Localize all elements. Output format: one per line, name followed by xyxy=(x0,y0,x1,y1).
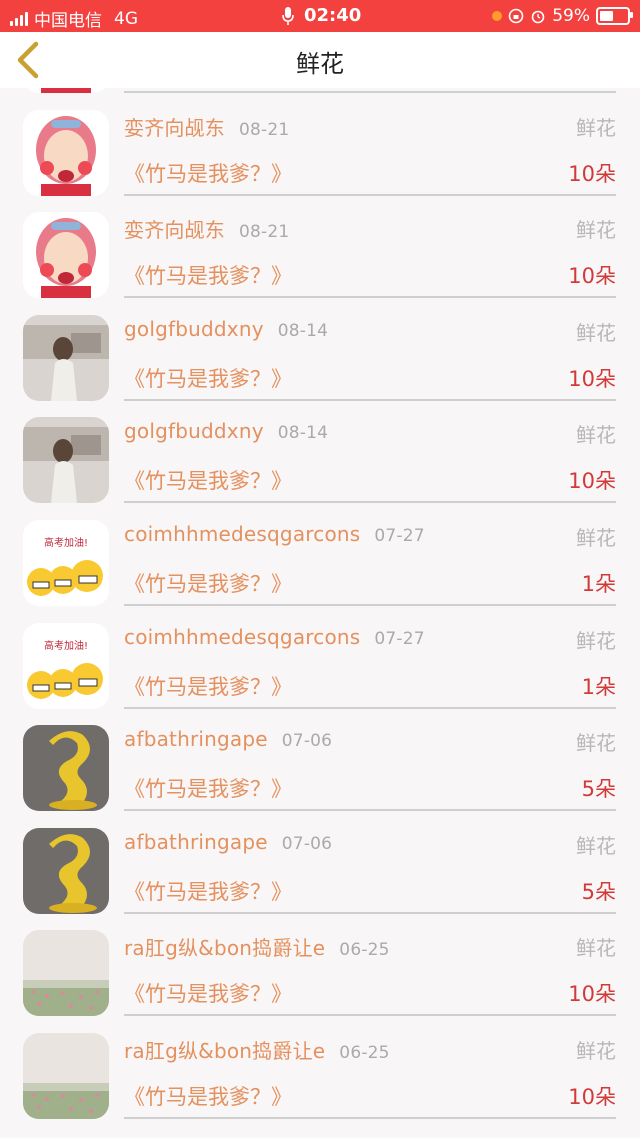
rotation-lock-icon xyxy=(508,8,524,24)
gift-type: 鲜花 xyxy=(576,423,616,448)
gift-amount: 10朵 xyxy=(568,469,616,494)
list-item[interactable]: afbathringape 07-06 鲜花《竹马是我爹？》 5朵 xyxy=(0,808,640,914)
avatar[interactable] xyxy=(23,212,109,299)
book-title[interactable]: 《竹马是我爹？》 xyxy=(124,1081,292,1111)
gift-amount: 10朵 xyxy=(568,264,616,289)
avatar[interactable] xyxy=(23,417,109,504)
date: 08-21 xyxy=(239,119,290,140)
list-item[interactable]: 高考加油! coimhhmedesqgarcons 07-27 鲜花《竹马是我爹？》 1… xyxy=(0,603,640,709)
username-text: golgfbuddxny xyxy=(124,316,264,341)
book-title[interactable]: 《竹马是我爹？》 xyxy=(124,363,292,393)
book-title[interactable]: 《竹马是我爹？》 xyxy=(124,568,292,598)
username-text: coimhhmedesqgarcons xyxy=(124,624,361,649)
navigation-bar: 鲜花 xyxy=(0,32,640,88)
avatar[interactable] xyxy=(23,314,109,401)
avatar[interactable]: 高考加油! xyxy=(23,519,109,606)
date: 07-27 xyxy=(374,628,425,649)
avatar[interactable] xyxy=(23,930,109,1017)
battery-percent: 59% xyxy=(552,6,590,26)
username: afbathringape 07-06 xyxy=(124,727,332,751)
username-text: golgfbuddxny xyxy=(124,419,264,444)
username: golgfbuddxny 08-14 xyxy=(124,317,328,341)
gift-type: 鲜花 xyxy=(576,833,616,858)
date: 08-14 xyxy=(277,320,329,341)
microphone-icon xyxy=(282,6,294,25)
carrier-label: 中国电信 xyxy=(34,11,102,31)
gift-type: 鲜花 xyxy=(576,320,616,345)
book-title[interactable]: 《竹马是我爹？》 xyxy=(124,465,292,495)
username: afbathringape 07-06 xyxy=(124,830,332,854)
username-text: coimhhmedesqgarcons xyxy=(124,521,361,546)
gift-amount: 10朵 xyxy=(568,982,616,1007)
gift-amount: 5朵 xyxy=(581,879,616,904)
gift-type: 鲜花 xyxy=(576,115,616,140)
avatar-caption: 高考加油! xyxy=(43,640,88,652)
date: 07-06 xyxy=(281,833,333,854)
username: coimhhmedesqgarcons 07-27 xyxy=(124,522,425,546)
username: golgfbuddxny 08-14 xyxy=(124,419,328,443)
book-title[interactable]: 《竹马是我爹？》 xyxy=(124,876,292,906)
date: 07-27 xyxy=(374,525,425,546)
gift-amount: 1朵 xyxy=(581,571,616,596)
avatar[interactable] xyxy=(23,1032,109,1119)
page-title: 鲜花 xyxy=(296,50,344,78)
gift-type: 鲜花 xyxy=(576,1038,616,1063)
username-text: ra肛g纵&bon捣爵让e xyxy=(124,1038,326,1063)
date: 08-14 xyxy=(277,423,329,444)
divider xyxy=(124,1116,616,1119)
signal-icon xyxy=(10,11,28,26)
date: 08-21 xyxy=(239,222,290,243)
username: 娈齐向觇东 08-21 xyxy=(124,112,289,141)
avatar[interactable] xyxy=(23,725,109,812)
list-item[interactable]: 娈齐向觇东 08-21 鲜花《竹马是我爹？》 10朵 xyxy=(0,192,640,299)
book-title[interactable]: 《竹马是我爹？》 xyxy=(124,158,292,188)
avatar[interactable]: 高考加油! xyxy=(23,622,109,709)
recording-dot-icon xyxy=(492,11,503,21)
gift-type: 鲜花 xyxy=(576,936,616,961)
gift-amount: 10朵 xyxy=(568,1084,616,1109)
clock: 02:40 xyxy=(304,5,362,26)
avatar-caption: 高考加油! xyxy=(43,537,88,549)
username-text: afbathringape xyxy=(124,727,268,752)
list-item[interactable]: 娈齐向觇东 08-21 鲜花《竹马是我爹？》 10朵 xyxy=(0,90,640,196)
alarm-icon xyxy=(531,10,545,24)
list-item[interactable]: ra肛g纵&bon捣爵让e 06-25 鲜花《竹马是我爹？》 10朵 xyxy=(0,1013,640,1119)
date: 06-25 xyxy=(339,940,390,961)
book-title[interactable]: 《竹马是我爹？》 xyxy=(124,671,292,701)
username-text: 娈齐向觇东 xyxy=(124,218,225,243)
status-bar: 中国电信 4G 02:40 59% xyxy=(0,0,640,32)
book-title[interactable]: 《竹马是我爹？》 xyxy=(124,260,292,290)
gift-amount: 5朵 xyxy=(581,777,616,802)
list-item[interactable]: golgfbuddxny 08-14 鲜花《竹马是我爹？》 10朵 xyxy=(0,397,640,504)
date: 07-06 xyxy=(281,731,333,752)
battery-icon xyxy=(596,7,633,25)
list-item[interactable]: ra肛g纵&bon捣爵让e 06-25 鲜花《竹马是我爹？》 10朵 xyxy=(0,910,640,1017)
gift-amount: 1朵 xyxy=(581,674,616,699)
gift-type: 鲜花 xyxy=(576,731,616,756)
username: ra肛g纵&bon捣爵让e 06-25 xyxy=(124,1035,390,1064)
username: coimhhmedesqgarcons 07-27 xyxy=(124,625,425,649)
gift-record-list: 《竹马是我爹？》1朵娈齐向觇东08-21鲜花《竹马是我爹？》10朵娈齐向觇东08… xyxy=(0,0,640,1119)
avatar[interactable] xyxy=(23,827,109,914)
username-text: 娈齐向觇东 xyxy=(124,115,225,140)
username-text: ra肛g纵&bon捣爵让e xyxy=(124,936,326,961)
list-item[interactable]: golgfbuddxny 08-14 鲜花《竹马是我爹？》 10朵 xyxy=(0,295,640,401)
gift-amount: 10朵 xyxy=(568,366,616,391)
list-item[interactable]: afbathringape 07-06 鲜花《竹马是我爹？》 5朵 xyxy=(0,705,640,812)
gift-type: 鲜花 xyxy=(576,525,616,550)
username: 娈齐向觇东 08-21 xyxy=(124,214,289,243)
gift-type: 鲜花 xyxy=(576,628,616,653)
avatar[interactable] xyxy=(23,109,109,196)
username-text: afbathringape xyxy=(124,829,268,854)
date: 06-25 xyxy=(339,1042,390,1063)
username: ra肛g纵&bon捣爵让e 06-25 xyxy=(124,932,390,961)
book-title[interactable]: 《竹马是我爹？》 xyxy=(124,773,292,803)
gift-type: 鲜花 xyxy=(576,218,616,243)
book-title[interactable]: 《竹马是我爹？》 xyxy=(124,978,292,1008)
gift-amount: 10朵 xyxy=(568,161,616,186)
list-item[interactable]: 高考加油! coimhhmedesqgarcons 07-27 鲜花《竹马是我爹？》 1… xyxy=(0,500,640,606)
network-label: 4G xyxy=(114,8,138,29)
